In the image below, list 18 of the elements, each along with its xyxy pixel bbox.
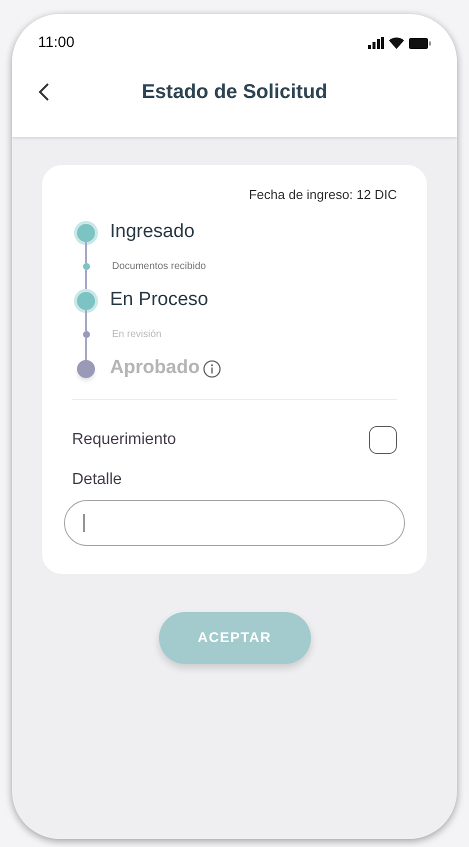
step-note: Documentos recibido — [112, 260, 206, 274]
screen-title: Estado de Solicitud — [140, 80, 328, 104]
status-time: 11:00 — [38, 33, 74, 53]
requirement-checkbox[interactable] — [369, 426, 397, 454]
requirement-label: Requerimiento — [72, 430, 176, 450]
step-note: En revisión — [112, 328, 162, 342]
info-icon[interactable] — [202, 360, 221, 378]
signal-icon — [368, 37, 384, 50]
entry-date: Fecha de ingreso: 12 DIC — [248, 186, 397, 204]
accept-button[interactable]: ACEPTAR — [158, 612, 310, 664]
detail-label: Detalle — [72, 470, 123, 490]
step-title: En Proceso — [110, 288, 208, 312]
wifi-icon — [389, 37, 404, 50]
battery-icon — [409, 38, 431, 49]
back-icon — [38, 82, 50, 102]
step-title: Ingresado — [110, 220, 195, 244]
step-title: Aprobado — [110, 356, 200, 380]
detail-field[interactable] — [64, 500, 405, 546]
